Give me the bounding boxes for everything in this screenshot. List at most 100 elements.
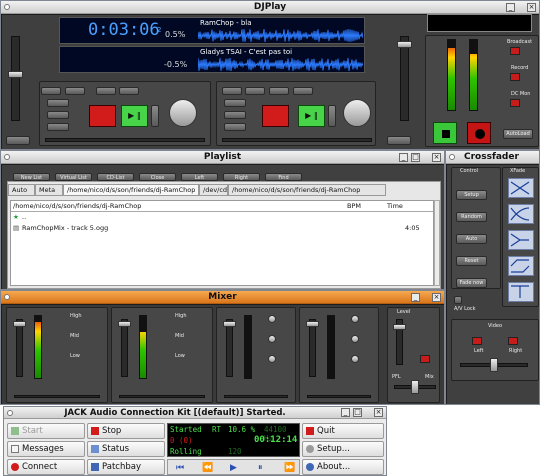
deck-b-next-button[interactable] (293, 87, 313, 95)
setup-button[interactable]: Setup... (302, 441, 384, 457)
xfade-curve-option-0[interactable] (508, 178, 534, 198)
deck-b-position-slider[interactable] (222, 138, 372, 142)
channel-4-eq-knob[interactable] (351, 335, 359, 343)
xfade-curve-option-2[interactable] (508, 230, 534, 250)
close-icon[interactable]: × (527, 3, 536, 12)
video-crossfade-handle[interactable] (490, 358, 498, 372)
pfl-mix-handle[interactable] (411, 380, 419, 394)
video-left-toggle[interactable] (472, 337, 482, 345)
channel-4-eq-knob[interactable] (351, 355, 359, 363)
deck-a-loop-button[interactable] (151, 105, 159, 127)
playlist-toolbar-left-button[interactable]: Left (181, 173, 218, 181)
connect-button[interactable]: Connect (7, 459, 85, 475)
master-record-button[interactable] (467, 122, 491, 144)
about-button[interactable]: About... (302, 459, 384, 475)
status-button[interactable]: Status (87, 441, 165, 457)
deck-a-cue-button[interactable] (89, 105, 116, 127)
deck-b-eject-button[interactable] (224, 111, 246, 119)
channel-3-eq-knob[interactable] (268, 315, 276, 323)
transport-forward-icon[interactable]: ⏩ (284, 463, 295, 473)
window-menu-icon[interactable] (449, 154, 455, 160)
playlist-tab-1[interactable]: Meta (35, 184, 63, 196)
patchbay-button[interactable]: Patchbay (87, 459, 165, 475)
deck-b-file-button[interactable] (224, 123, 246, 131)
deck-b-loop-button[interactable] (328, 105, 336, 127)
minimize-icon[interactable]: _ (506, 3, 515, 12)
deck-a-play-button[interactable]: ▶ ‖ (121, 105, 148, 127)
channel-3-volume-fader[interactable] (226, 319, 233, 377)
transport-rewind-icon[interactable]: ⏪ (202, 463, 213, 473)
channel-3-volume-handle[interactable] (223, 321, 236, 327)
playlist-tab-3[interactable]: /dev/cdrom (199, 184, 228, 196)
deck-b-pitch-handle[interactable] (397, 41, 412, 48)
video-right-toggle[interactable] (508, 337, 518, 345)
deck-a-reset-button[interactable] (6, 136, 30, 145)
deck-a-load-button[interactable] (47, 99, 69, 107)
channel-1-pan-slider[interactable] (14, 395, 100, 398)
deck-b-cue-button[interactable] (262, 105, 289, 127)
autoload-button[interactable]: AutoLoad (503, 129, 533, 139)
channel-2-volume-fader[interactable] (121, 319, 128, 377)
deck-a-gain-knob[interactable] (169, 99, 197, 127)
crossfader-random-button[interactable]: Random (456, 212, 487, 222)
quit-button[interactable]: Quit (302, 423, 384, 439)
playlist-toolbar-new-list-button[interactable]: New List (13, 173, 50, 181)
deck-a-forward-button[interactable] (65, 87, 85, 95)
transport-rewind-start-icon[interactable]: ⏮ (176, 463, 184, 473)
deck-a-prev-button[interactable] (96, 87, 116, 95)
close-icon[interactable]: × (432, 153, 441, 162)
playlist-toolbar-close-button[interactable]: Close (139, 173, 176, 181)
xfade-curve-option-4[interactable] (508, 282, 534, 302)
xfade-curve-option-1[interactable] (508, 204, 534, 224)
channel-3-eq-knob[interactable] (268, 355, 276, 363)
deck-b-rewind-button[interactable] (222, 87, 242, 95)
channel-4-eq-knob[interactable] (351, 315, 359, 323)
close-icon[interactable]: × (374, 408, 383, 417)
playlist-toolbar-cd-list-button[interactable]: CD-List (97, 173, 134, 181)
maximize-icon[interactable]: □ (411, 153, 420, 162)
deck-b-pitch-fader[interactable] (400, 36, 409, 121)
messages-button[interactable]: Messages (7, 441, 85, 457)
transport-play-icon[interactable]: ▶ (230, 463, 237, 473)
column-header-name[interactable]: /home/nico/d/s/son/friends/dj-RamChop (13, 202, 141, 210)
minimize-icon[interactable]: _ (399, 153, 408, 162)
playlist-row[interactable]: ▤ RamChopMix - track 5.ogg 4:05 (11, 224, 435, 234)
stop-button[interactable]: Stop (87, 423, 165, 439)
deck-b-speed-knob[interactable] (343, 99, 371, 127)
column-header-time[interactable]: Time (387, 202, 403, 210)
broadcast-toggle[interactable] (510, 47, 520, 55)
playlist-row[interactable]: ★.. (11, 213, 435, 223)
deck-a-next-button[interactable] (119, 87, 139, 95)
playlist-tab-4[interactable]: /home/nico/d/s/son/friends/dj-RamChop (228, 184, 386, 196)
deck-b-load-button[interactable] (224, 99, 246, 107)
deck-a-file-button[interactable] (47, 123, 69, 131)
record-toggle[interactable] (510, 73, 520, 81)
deck-b-play-button[interactable]: ▶ ‖ (298, 105, 325, 127)
crossfader-auto-button[interactable]: Auto (456, 234, 487, 244)
channel-4-volume-fader[interactable] (309, 319, 316, 377)
deck-a-pitch-fader[interactable] (11, 36, 20, 121)
channel-2-volume-handle[interactable] (118, 321, 131, 327)
column-header-bpm[interactable]: BPM (347, 202, 361, 210)
channel-2-pan-slider[interactable] (119, 395, 205, 398)
deck-a-position-slider[interactable] (45, 138, 205, 142)
deck-a-eject-button[interactable] (47, 111, 69, 119)
playlist-scrollbar[interactable] (434, 200, 440, 286)
channel-4-volume-handle[interactable] (306, 321, 319, 327)
deck-b-prev-button[interactable] (269, 87, 289, 95)
playlist-tab-0[interactable]: Auto (8, 184, 35, 196)
channel-4-pan-slider[interactable] (307, 395, 371, 398)
channel-1-volume-handle[interactable] (13, 321, 26, 327)
channel-1-volume-fader[interactable] (16, 319, 23, 377)
deck-a-rewind-button[interactable] (41, 87, 61, 95)
deck-b-forward-button[interactable] (245, 87, 265, 95)
master-play-button[interactable] (433, 122, 457, 144)
crossfader-setup-button[interactable]: Setup (456, 190, 487, 200)
crossfader-reset-button[interactable]: Reset (456, 256, 487, 266)
dc-mon-toggle[interactable] (510, 99, 520, 107)
playlist-tab-2[interactable]: /home/nico/d/s/son/friends/dj-RamChop (63, 184, 199, 196)
av-lock-button[interactable] (454, 296, 462, 304)
start-button[interactable]: Start (7, 423, 85, 439)
playlist-toolbar-right-button[interactable]: Right (223, 173, 260, 181)
master-mute-toggle[interactable] (420, 355, 430, 363)
